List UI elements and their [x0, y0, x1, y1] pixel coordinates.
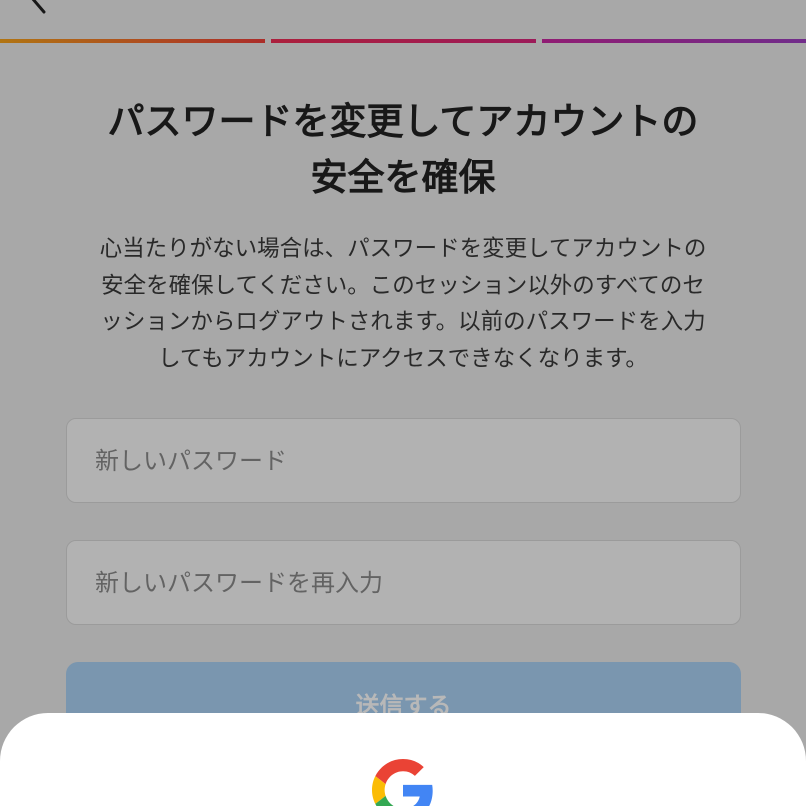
google-bottom-sheet — [0, 713, 806, 806]
modal-backdrop[interactable] — [0, 0, 806, 806]
google-logo-icon — [372, 759, 433, 806]
password-reset-screen: パスワードを変更してアカウントの 安全を確保 心当たりがない場合は、パスワードを… — [0, 0, 806, 806]
